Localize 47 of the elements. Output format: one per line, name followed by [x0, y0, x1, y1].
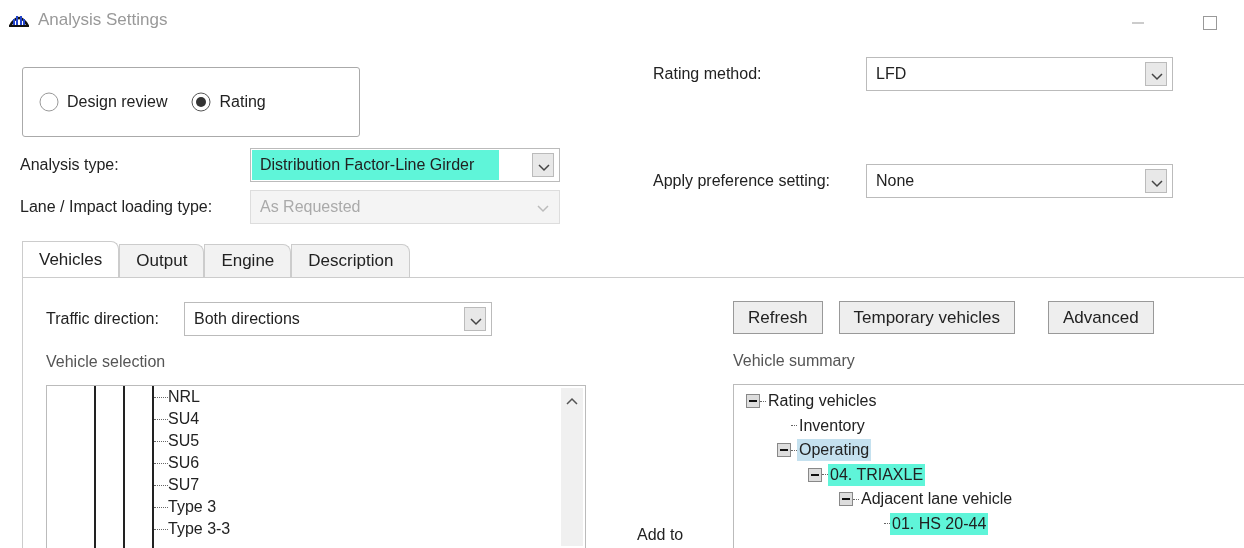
tree-item[interactable]: SU5	[168, 430, 200, 452]
tab[interactable]: Output	[119, 244, 205, 277]
dropdown-field[interactable]: Distribution Factor-Line Girder	[250, 148, 560, 182]
tree-item[interactable]: Operating	[797, 439, 872, 462]
tree-item[interactable]: Type 3	[168, 496, 217, 518]
collapse-icon[interactable]	[777, 443, 791, 458]
tree-item[interactable]: 04. TRIAXLE	[828, 463, 926, 486]
radio-button[interactable]	[39, 92, 59, 112]
tree-item[interactable]: Inventory	[797, 414, 867, 437]
caret-icon[interactable]	[1145, 62, 1167, 86]
action-button[interactable]: Advanced	[1048, 301, 1154, 334]
radio-label: Design review	[67, 92, 168, 112]
tree-item[interactable]: 01. HS 20-44	[890, 512, 989, 535]
tab[interactable]: Vehicles	[22, 241, 120, 277]
field-label: Lane / Impact loading type:	[20, 197, 214, 217]
tab[interactable]: Engine	[204, 244, 292, 277]
action-button[interactable]: Refresh	[733, 301, 823, 334]
tree-item[interactable]: Rating vehicles	[766, 390, 879, 413]
action-button[interactable]: Temporary vehicles	[838, 301, 1015, 334]
tree-item[interactable]: SU4	[168, 408, 200, 430]
field-label: Apply preference setting:	[653, 171, 831, 191]
collapse-icon[interactable]	[746, 394, 760, 409]
radio-label: Rating	[219, 92, 266, 112]
caret-icon[interactable]	[1145, 169, 1167, 193]
minimize-icon	[1132, 21, 1144, 24]
caret-icon[interactable]	[464, 307, 486, 331]
collapse-icon[interactable]	[839, 492, 853, 507]
window-title: Analysis Settings	[38, 9, 168, 32]
tree-item[interactable]: SU6	[168, 452, 200, 474]
add-to-label: Add to	[637, 525, 684, 545]
section-label: Vehicle selection	[46, 352, 166, 372]
collapse-icon[interactable]	[808, 467, 822, 482]
dropdown-field[interactable]: Both directions	[184, 302, 492, 336]
caret-icon[interactable]	[532, 153, 554, 177]
tab[interactable]: Description	[291, 244, 411, 277]
field-label: Analysis type:	[20, 155, 120, 175]
field-label: Traffic direction:	[46, 309, 160, 329]
tree-item[interactable]: Type 3-3	[168, 518, 231, 540]
tree-item[interactable]: Adjacent lane vehicle	[859, 488, 1015, 511]
tree-item[interactable]: NRL	[168, 386, 200, 408]
radio-button[interactable]	[191, 92, 212, 112]
dropdown-field[interactable]: LFD	[866, 57, 1173, 91]
scrollbar[interactable]	[561, 388, 583, 546]
tree-item[interactable]: SU7	[168, 474, 200, 496]
field-label: Rating method:	[653, 64, 763, 84]
section-label: Vehicle summary	[733, 351, 855, 371]
dropdown-field[interactable]: None	[866, 164, 1173, 198]
